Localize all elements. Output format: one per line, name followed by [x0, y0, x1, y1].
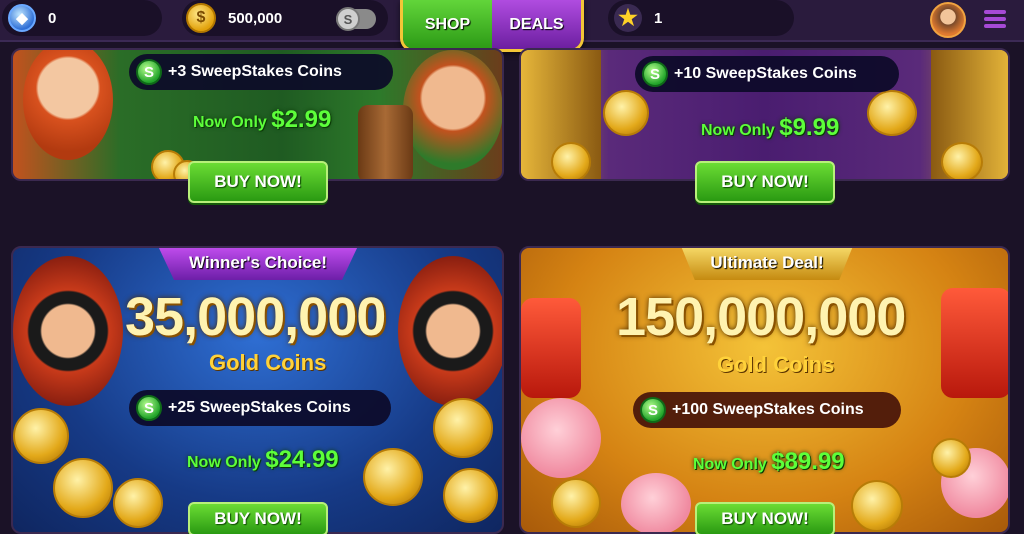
gems-counter[interactable]: ◆ 0	[2, 0, 162, 36]
price: Now Only $2.99	[193, 106, 331, 134]
piggy-bank-decor	[521, 398, 601, 478]
price-label: Now Only	[701, 122, 775, 139]
offer-banner: Ultimate Deal!	[681, 248, 853, 280]
offer-card-3: Winner's Choice! 35,000,000 Gold Coins S…	[11, 246, 504, 534]
offer-banner: Winner's Choice!	[158, 248, 358, 280]
character-fortune-god	[398, 256, 502, 406]
coin-decor	[13, 408, 69, 464]
gold-coins-value: 500,000	[228, 9, 283, 27]
character-leprechaun	[403, 50, 502, 170]
buy-now-button[interactable]: BUY NOW!	[695, 502, 835, 534]
sweep-text: +3 SweepStakes Coins	[168, 63, 342, 80]
coin-decor	[53, 458, 113, 518]
coin-decor	[113, 478, 163, 528]
price-label: Now Only	[193, 114, 267, 131]
lucky-seven-decor	[521, 298, 581, 398]
coin-amount-label: Gold Coins	[209, 350, 327, 375]
coin-decor	[363, 448, 423, 506]
coin-decor	[551, 478, 601, 528]
sweep-coin-icon: S	[136, 59, 162, 85]
price-label: Now Only	[187, 454, 261, 471]
currency-toggle[interactable]: S	[336, 7, 376, 31]
character-fortune-god	[13, 256, 123, 406]
price: Now Only $9.99	[701, 114, 839, 142]
coin-amount: 150,000,000	[616, 287, 906, 347]
coin-decor	[603, 90, 649, 136]
sweep-coin-icon: S	[642, 61, 668, 87]
star-icon: ★	[614, 4, 642, 32]
tab-deals[interactable]: DEALS	[492, 0, 581, 49]
coin-decor	[443, 468, 498, 523]
sweep-coin-icon: S	[640, 397, 666, 423]
coin-amount: 35,000,000	[125, 287, 386, 347]
price-amount: $24.99	[265, 446, 339, 473]
shop-deals-tabs: SHOP DEALS	[400, 0, 584, 52]
character-redhead	[23, 50, 113, 160]
price: Now Only $89.99	[693, 448, 845, 476]
price: Now Only $24.99	[187, 446, 339, 474]
stars-counter[interactable]: ★ 1	[608, 0, 794, 36]
coin-decor	[931, 438, 971, 478]
buy-now-button[interactable]: BUY NOW!	[695, 161, 835, 203]
tab-shop[interactable]: SHOP	[403, 0, 492, 49]
coin-decor	[867, 90, 917, 136]
coin-decor	[941, 142, 983, 179]
sweep-pill: S +25 SweepStakes Coins	[129, 390, 391, 426]
sweep-toggle-icon: S	[336, 7, 360, 31]
sweep-text: +100 SweepStakes Coins	[672, 401, 864, 418]
sweep-text: +10 SweepStakes Coins	[674, 65, 857, 82]
price-amount: $89.99	[771, 448, 845, 475]
stars-value: 1	[654, 9, 663, 27]
price-amount: $2.99	[271, 106, 332, 133]
sweep-pill: S +10 SweepStakes Coins	[635, 56, 899, 92]
lucky-seven-decor	[941, 288, 1008, 398]
piggy-bank-decor	[621, 473, 691, 532]
price-amount: $9.99	[779, 114, 840, 141]
avatar[interactable]	[930, 2, 966, 38]
price-label: Now Only	[693, 456, 767, 473]
sweep-pill: S +100 SweepStakes Coins	[633, 392, 901, 428]
gem-icon: ◆	[8, 4, 36, 32]
gems-value: 0	[48, 9, 57, 27]
beer-barrel	[358, 105, 413, 179]
offer-card-4: Ultimate Deal! 150,000,000 Gold Coins S …	[519, 246, 1010, 534]
coin-amount-label: Gold Coins	[717, 352, 835, 377]
menu-icon[interactable]	[984, 8, 1006, 30]
sweep-pill: S +3 SweepStakes Coins	[129, 54, 393, 90]
buy-now-button[interactable]: BUY NOW!	[188, 502, 328, 534]
sweep-text: +25 SweepStakes Coins	[168, 399, 351, 416]
buy-now-button[interactable]: BUY NOW!	[188, 161, 328, 203]
coin-decor	[551, 142, 591, 179]
gold-coin-icon: $	[186, 3, 216, 33]
coin-decor	[851, 480, 903, 532]
coin-decor	[433, 398, 493, 458]
sweep-coin-icon: S	[136, 395, 162, 421]
